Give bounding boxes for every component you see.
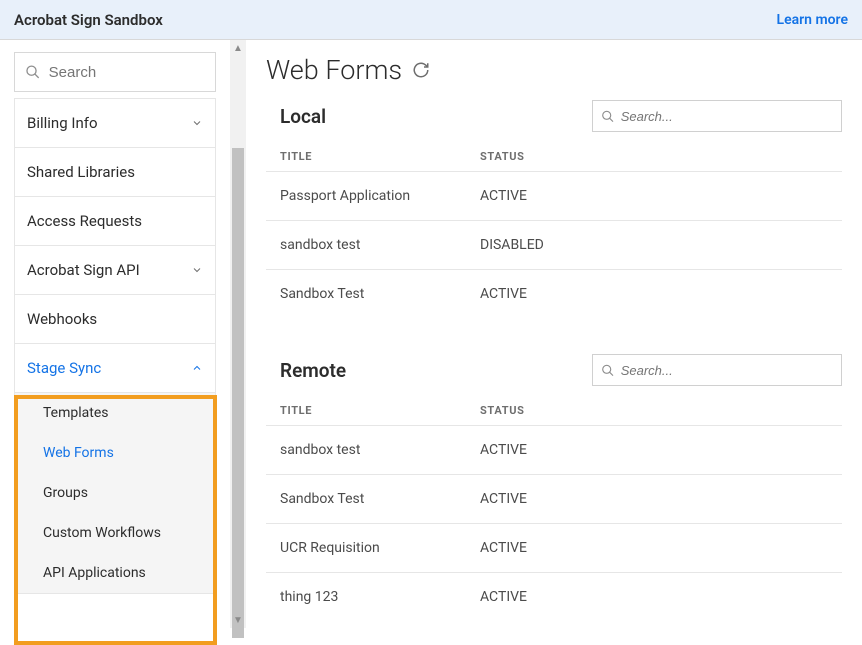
top-bar: Acrobat Sign Sandbox Learn more [0, 0, 862, 40]
chevron-down-icon [191, 117, 203, 129]
table-row[interactable]: Sandbox Test ACTIVE [266, 269, 842, 318]
table-row[interactable]: Sandbox Test ACTIVE [266, 474, 842, 523]
sidebar-item-stage-sync[interactable]: Stage Sync [15, 344, 215, 393]
table-row[interactable]: Passport Application ACTIVE [266, 171, 842, 220]
row-status: ACTIVE [480, 491, 828, 507]
row-status: ACTIVE [480, 540, 828, 556]
row-title: Passport Application [280, 188, 480, 204]
sidebar: Billing Info Shared Libraries Access Req… [0, 40, 230, 628]
nav-label: Acrobat Sign API [27, 261, 140, 279]
row-title: thing 123 [280, 589, 480, 605]
local-section: Local TITLE STATUS Passport Application … [266, 100, 842, 318]
sidebar-item-acrobat-sign-api[interactable]: Acrobat Sign API [15, 246, 215, 295]
row-status: ACTIVE [480, 188, 828, 204]
subnav-templates[interactable]: Templates [15, 393, 215, 433]
stage-sync-submenu: Templates Web Forms Groups Custom Workfl… [15, 393, 215, 593]
scrollbar-thumb[interactable] [232, 148, 244, 638]
local-table: TITLE STATUS Passport Application ACTIVE… [266, 142, 842, 318]
row-title: sandbox test [280, 442, 480, 458]
scroll-arrow-up-icon[interactable]: ▲ [230, 40, 246, 56]
search-icon [25, 63, 41, 81]
remote-heading: Remote [280, 359, 346, 382]
sidebar-item-access-requests[interactable]: Access Requests [15, 197, 215, 246]
sidebar-search[interactable] [14, 52, 216, 92]
sidebar-nav: Billing Info Shared Libraries Access Req… [14, 98, 216, 594]
refresh-icon[interactable] [412, 61, 430, 79]
subnav-api-applications[interactable]: API Applications [15, 553, 215, 593]
table-header: TITLE STATUS [266, 142, 842, 171]
nav-label: Stage Sync [27, 359, 101, 377]
nav-label: Billing Info [27, 114, 98, 132]
table-row[interactable]: UCR Requisition ACTIVE [266, 523, 842, 572]
search-icon [601, 363, 615, 378]
col-title-header: TITLE [280, 150, 480, 163]
local-heading: Local [280, 105, 326, 128]
remote-table: TITLE STATUS sandbox test ACTIVE Sandbox… [266, 396, 842, 621]
subnav-custom-workflows[interactable]: Custom Workflows [15, 513, 215, 553]
row-title: Sandbox Test [280, 286, 480, 302]
remote-search[interactable] [592, 354, 842, 386]
local-search-input[interactable] [621, 109, 833, 124]
row-status: DISABLED [480, 237, 828, 253]
table-row[interactable]: sandbox test DISABLED [266, 220, 842, 269]
nav-label: Webhooks [27, 310, 97, 328]
nav-label: Shared Libraries [27, 163, 135, 181]
sidebar-item-billing-info[interactable]: Billing Info [15, 99, 215, 148]
row-status: ACTIVE [480, 589, 828, 605]
chevron-down-icon [191, 264, 203, 276]
row-title: UCR Requisition [280, 540, 480, 556]
table-row[interactable]: thing 123 ACTIVE [266, 572, 842, 621]
subnav-groups[interactable]: Groups [15, 473, 215, 513]
local-search[interactable] [592, 100, 842, 132]
col-title-header: TITLE [280, 404, 480, 417]
row-status: ACTIVE [480, 286, 828, 302]
row-status: ACTIVE [480, 442, 828, 458]
page-title: Web Forms [266, 54, 402, 86]
search-icon [601, 109, 615, 124]
subnav-web-forms[interactable]: Web Forms [15, 433, 215, 473]
nav-label: Access Requests [27, 212, 142, 230]
table-row[interactable]: sandbox test ACTIVE [266, 425, 842, 474]
row-title: Sandbox Test [280, 491, 480, 507]
sidebar-item-shared-libraries[interactable]: Shared Libraries [15, 148, 215, 197]
row-title: sandbox test [280, 237, 480, 253]
app-title: Acrobat Sign Sandbox [14, 11, 163, 29]
table-header: TITLE STATUS [266, 396, 842, 425]
col-status-header: STATUS [480, 150, 828, 163]
sidebar-item-webhooks[interactable]: Webhooks [15, 295, 215, 344]
remote-section: Remote TITLE STATUS sandbox test ACTIVE … [266, 354, 842, 621]
scroll-arrow-down-icon[interactable]: ▼ [230, 612, 246, 628]
remote-search-input[interactable] [621, 363, 833, 378]
sidebar-search-input[interactable] [49, 64, 205, 81]
main-content: Web Forms Local TITLE STATUS Passport Ap… [246, 40, 862, 628]
learn-more-link[interactable]: Learn more [777, 12, 848, 28]
sidebar-scrollbar[interactable]: ▲ ▼ [230, 40, 246, 628]
chevron-up-icon [191, 362, 203, 374]
col-status-header: STATUS [480, 404, 828, 417]
page-title-row: Web Forms [266, 54, 842, 86]
